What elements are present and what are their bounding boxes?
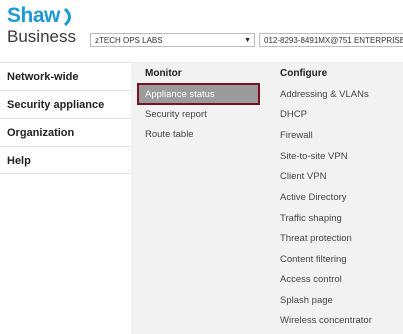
menu-item-wireless-concentrator[interactable]: Wireless concentrator	[280, 315, 372, 326]
sidebar-item-label: Security appliance	[7, 99, 105, 111]
network-selector-value: 012-8293-8491MX@751 ENTERPRISE CR	[264, 36, 403, 45]
monitor-heading: Monitor	[145, 68, 182, 79]
menu-item-label: Appliance status	[145, 89, 215, 100]
menu-item-security-report[interactable]: Security report	[145, 109, 207, 120]
sidebar-item-organization[interactable]: Organization	[0, 118, 131, 146]
network-selector[interactable]: 012-8293-8491MX@751 ENTERPRISE CR	[259, 33, 403, 47]
menu-item-traffic-shaping[interactable]: Traffic shaping	[280, 213, 342, 224]
organization-selector-value: zTECH OPS LABS	[95, 36, 163, 45]
logo-wordmark-business: Business	[7, 27, 76, 46]
menu-item-access-control[interactable]: Access control	[280, 274, 342, 285]
menu-item-dhcp[interactable]: DHCP	[280, 109, 307, 120]
menu-item-client-vpn[interactable]: Client VPN	[280, 171, 326, 182]
sidebar-item-label: Help	[7, 155, 31, 167]
menu-item-threat-protection[interactable]: Threat protection	[280, 233, 352, 244]
menu-item-appliance-status[interactable]: Appliance status	[137, 83, 260, 105]
chevron-down-icon: ▼	[244, 37, 251, 44]
security-appliance-menu: Monitor Appliance status Security report…	[131, 62, 403, 334]
menu-item-firewall[interactable]: Firewall	[280, 130, 313, 141]
organization-selector[interactable]: zTECH OPS LABS ▼	[90, 33, 255, 47]
menu-item-addressing-vlans[interactable]: Addressing & VLANs	[280, 89, 369, 100]
menu-item-active-directory[interactable]: Active Directory	[280, 192, 347, 203]
shaw-business-logo[interactable]: Shaw Business	[7, 4, 87, 54]
sidebar-item-help[interactable]: Help	[0, 146, 131, 174]
menu-item-splash-page[interactable]: Splash page	[280, 295, 333, 306]
sidebar-item-label: Organization	[7, 127, 75, 139]
configure-heading: Configure	[280, 68, 328, 79]
sidebar-item-network-wide[interactable]: Network-wide	[0, 62, 131, 90]
sidebar: Network-wide Security appliance Organiza…	[0, 62, 132, 334]
logo-arc-icon	[63, 7, 71, 27]
logo-wordmark-shaw: Shaw	[7, 4, 60, 27]
menu-item-route-table[interactable]: Route table	[145, 129, 194, 140]
menu-item-content-filtering[interactable]: Content filtering	[280, 254, 347, 265]
sidebar-item-security-appliance[interactable]: Security appliance	[0, 90, 132, 118]
header: Shaw Business zTECH OPS LABS ▼ 012-8293-…	[0, 0, 403, 62]
menu-item-site-to-site-vpn[interactable]: Site-to-site VPN	[280, 151, 348, 162]
sidebar-item-label: Network-wide	[7, 71, 79, 83]
